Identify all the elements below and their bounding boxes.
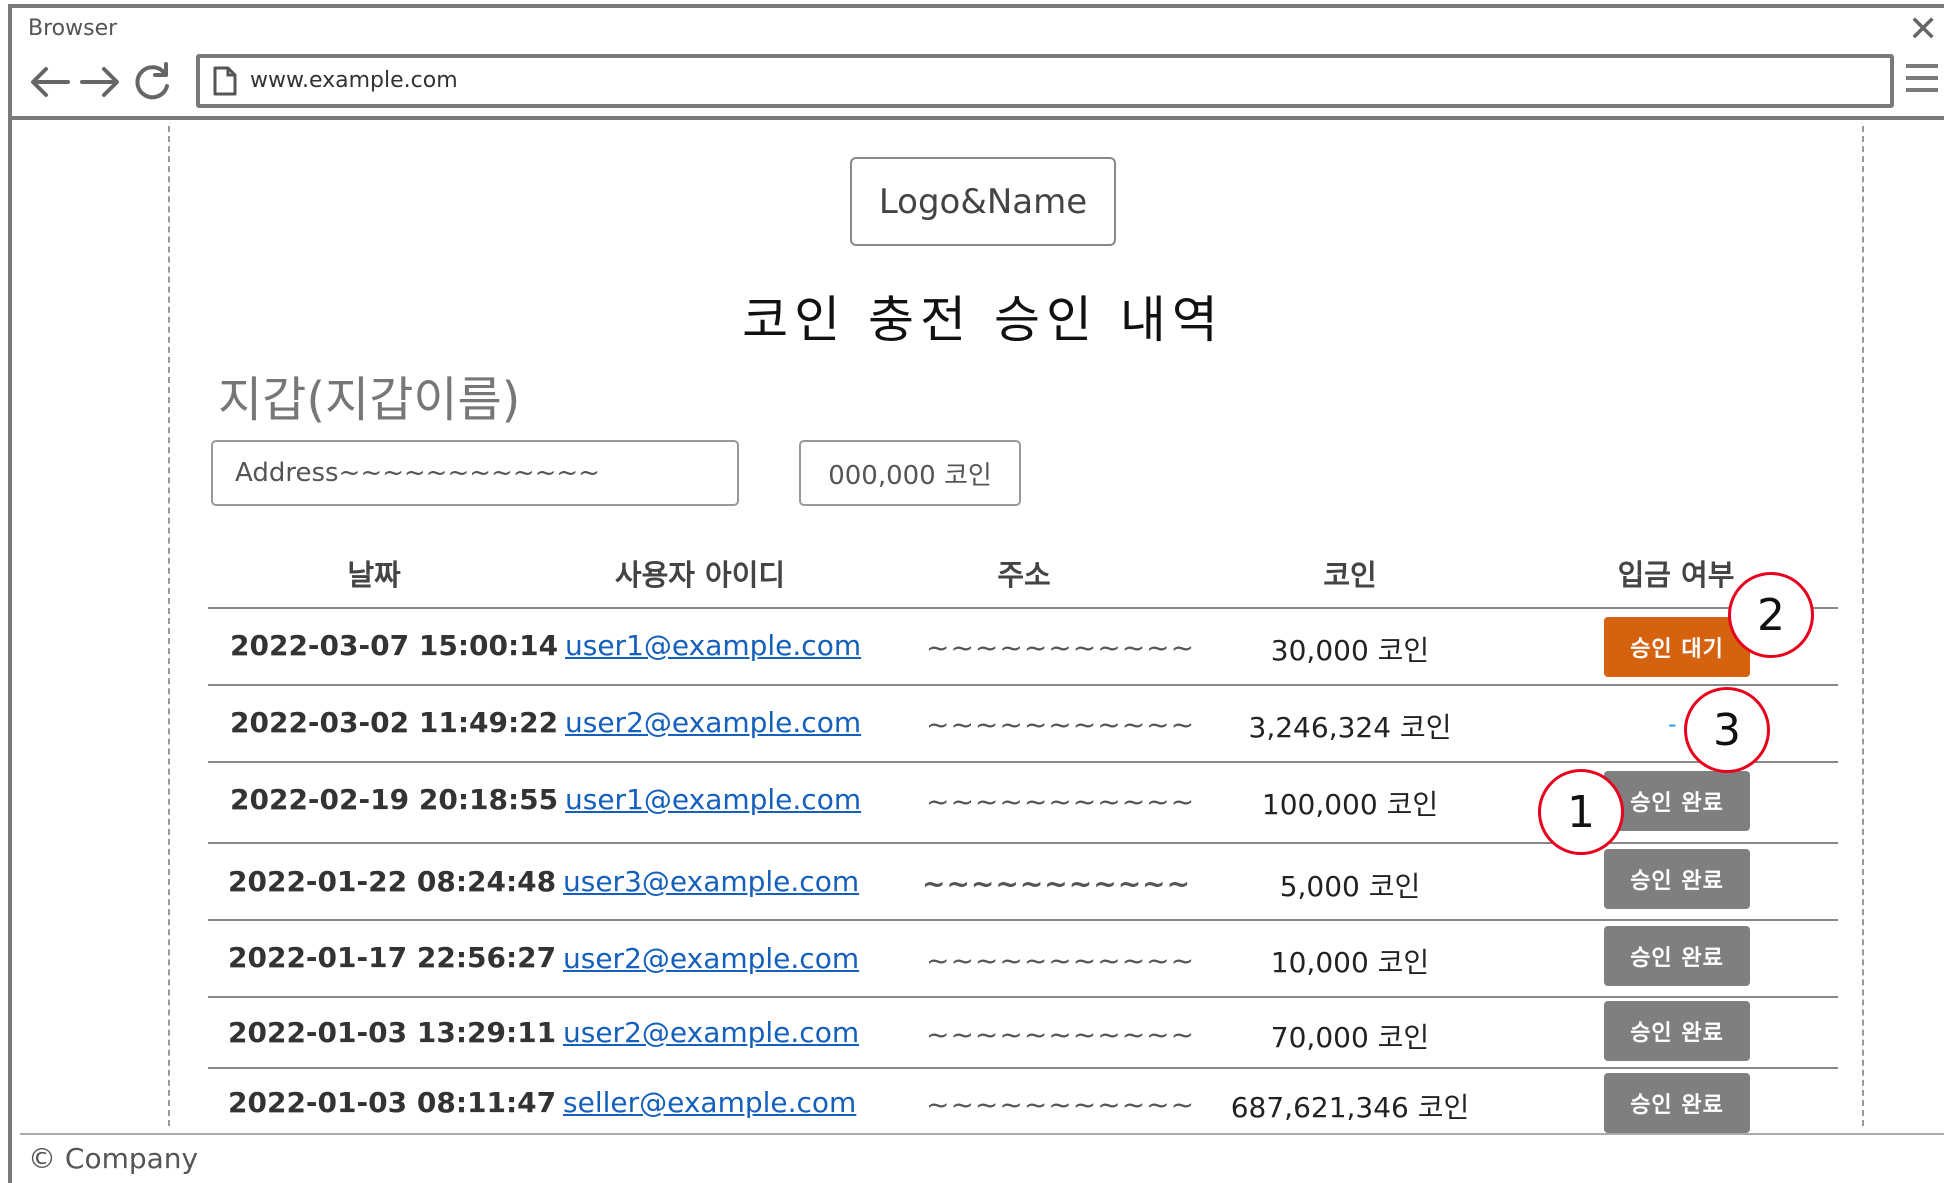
url-text: www.example.com bbox=[250, 68, 458, 93]
wallet-balance-field[interactable]: 000,000 코인 bbox=[799, 440, 1021, 506]
row-user-link[interactable]: user2@example.com bbox=[563, 942, 859, 975]
close-icon[interactable]: ✕ bbox=[1908, 12, 1938, 48]
row-address: ~~~~~~~~~~~ bbox=[926, 1018, 1196, 1051]
footer-divider bbox=[20, 1133, 1944, 1135]
row-divider bbox=[208, 1067, 1838, 1069]
logo[interactable]: Logo&Name bbox=[850, 157, 1116, 246]
wallet-address-field[interactable]: Address~~~~~~~~~~~~ bbox=[211, 440, 739, 506]
row-address: ~~~~~~~~~~~ bbox=[926, 708, 1196, 741]
row-coin: 30,000 코인 bbox=[1270, 634, 1430, 667]
address-bar[interactable]: www.example.com bbox=[196, 54, 1894, 108]
row-coin: 5,000 코인 bbox=[1279, 870, 1421, 903]
table-header-divider bbox=[208, 607, 1838, 609]
document-icon bbox=[213, 66, 237, 96]
row-coin: 3,246,324 코인 bbox=[1248, 711, 1452, 744]
approval-done-button[interactable]: 승인 완료 bbox=[1604, 926, 1750, 986]
approval-done-button[interactable]: 승인 완료 bbox=[1604, 1001, 1750, 1061]
row-coin: 10,000 코인 bbox=[1270, 946, 1430, 979]
row-address: ~~~~~~~~~~~ bbox=[926, 944, 1196, 977]
wallet-title: 지갑(지갑이름) bbox=[218, 372, 521, 428]
annotation-marker-3: 3 bbox=[1684, 687, 1770, 773]
content-guide-left bbox=[168, 126, 170, 1126]
row-address: ~~~~~~~~~~~ bbox=[926, 785, 1196, 818]
column-header-user-id: 사용자 아이디 bbox=[614, 558, 786, 592]
approval-done-button[interactable]: 승인 완료 bbox=[1604, 1073, 1750, 1133]
annotation-marker-2: 2 bbox=[1728, 572, 1814, 658]
column-header-date: 날짜 bbox=[347, 558, 401, 592]
row-user-link[interactable]: user2@example.com bbox=[563, 1016, 859, 1049]
page-title: 코인 충전 승인 내역 bbox=[742, 291, 1224, 349]
forward-arrow-icon[interactable] bbox=[78, 60, 122, 104]
row-date: 2022-01-03 08:11:47 bbox=[228, 1086, 557, 1119]
status-empty: - bbox=[1668, 710, 1677, 738]
menu-icon[interactable] bbox=[1906, 64, 1938, 96]
reload-icon[interactable] bbox=[130, 60, 174, 104]
row-date: 2022-03-02 11:49:22 bbox=[230, 706, 559, 739]
row-user-link[interactable]: user3@example.com bbox=[563, 865, 859, 898]
approval-done-button[interactable]: 승인 완료 bbox=[1604, 771, 1750, 831]
row-divider bbox=[208, 761, 1838, 763]
row-divider bbox=[208, 919, 1838, 921]
row-divider bbox=[208, 996, 1838, 998]
content-guide-right bbox=[1862, 126, 1864, 1126]
row-user-link[interactable]: seller@example.com bbox=[563, 1086, 856, 1119]
row-date: 2022-01-17 22:56:27 bbox=[228, 941, 557, 974]
row-user-link[interactable]: user2@example.com bbox=[565, 706, 861, 739]
column-header-address: 주소 bbox=[997, 558, 1051, 592]
approval-pending-button[interactable]: 승인 대기 bbox=[1604, 617, 1750, 677]
row-date: 2022-01-03 13:29:11 bbox=[228, 1016, 557, 1049]
row-date: 2022-01-22 08:24:48 bbox=[228, 865, 557, 898]
row-coin: 100,000 코인 bbox=[1261, 788, 1439, 821]
toolbar-divider bbox=[8, 116, 1944, 120]
back-arrow-icon[interactable] bbox=[28, 60, 72, 104]
row-user-link[interactable]: user1@example.com bbox=[565, 783, 861, 816]
row-address: ~~~~~~~~~~~ bbox=[926, 631, 1196, 664]
approval-done-button[interactable]: 승인 완료 bbox=[1604, 849, 1750, 909]
footer-copyright: © Company bbox=[28, 1142, 199, 1175]
row-date: 2022-02-19 20:18:55 bbox=[230, 783, 559, 816]
row-coin: 70,000 코인 bbox=[1270, 1021, 1430, 1054]
annotation-marker-1: 1 bbox=[1538, 769, 1624, 855]
row-coin: 687,621,346 코인 bbox=[1230, 1091, 1470, 1124]
row-user-link[interactable]: user1@example.com bbox=[565, 629, 861, 662]
row-date: 2022-03-07 15:00:14 bbox=[230, 629, 559, 662]
row-address: ~~~~~~~~~~~ bbox=[926, 1088, 1196, 1121]
column-header-coin: 코인 bbox=[1323, 558, 1377, 592]
row-address: ~~~~~~~~~~~ bbox=[922, 867, 1192, 900]
row-divider bbox=[208, 684, 1838, 686]
browser-label: Browser bbox=[28, 16, 118, 41]
